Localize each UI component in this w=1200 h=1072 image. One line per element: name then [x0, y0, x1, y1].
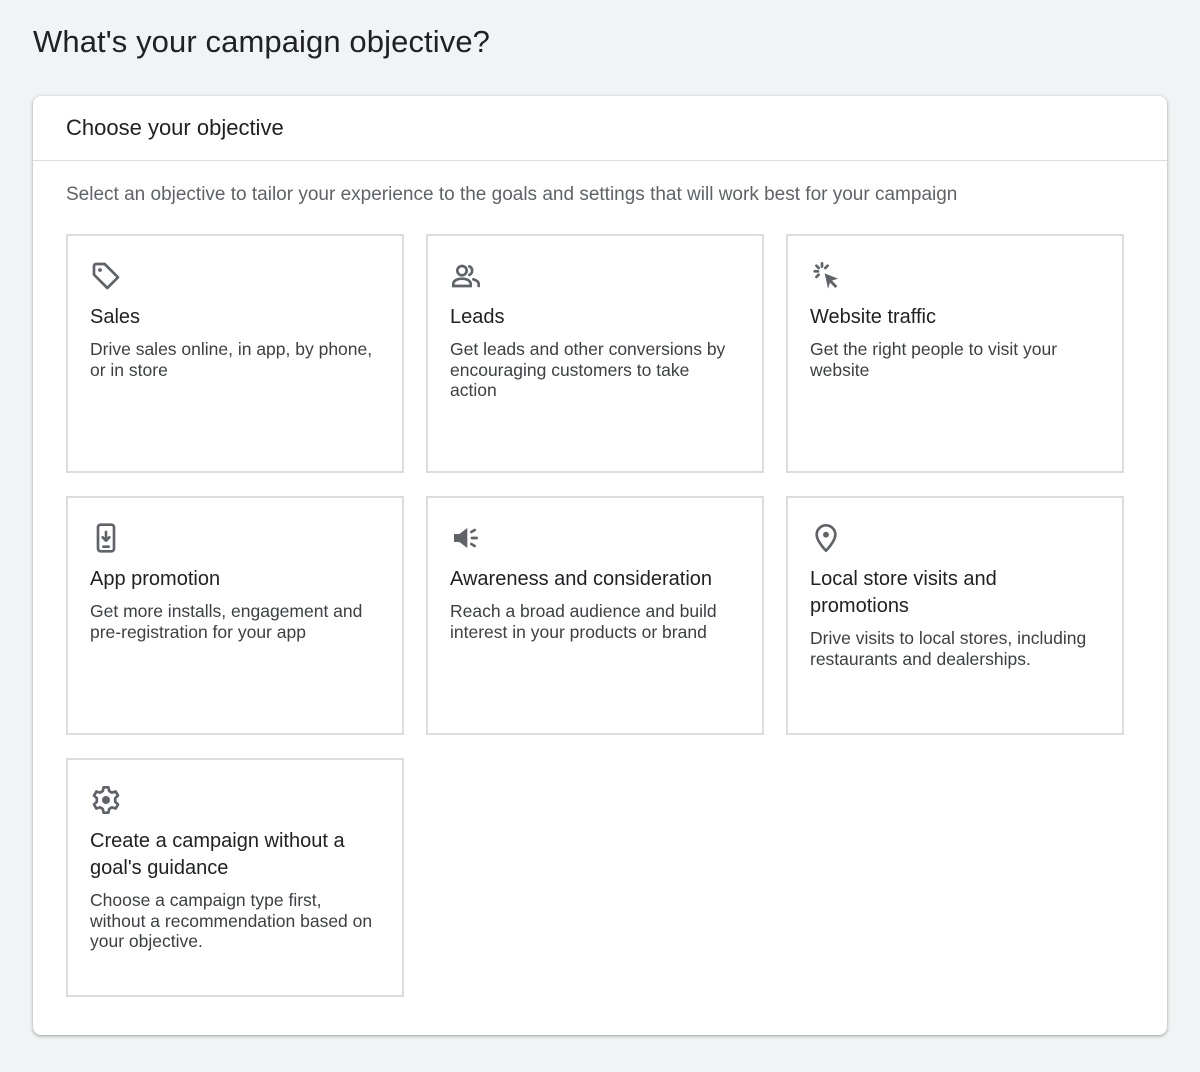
people-icon: [450, 260, 482, 292]
option-title: Local store visits and promotions: [810, 568, 997, 617]
objective-option-website-traffic[interactable]: Website traffic Get the right people to …: [786, 234, 1124, 473]
objective-option-app-promotion[interactable]: App promotion Get more installs, engagem…: [66, 496, 404, 735]
option-title: Sales: [90, 306, 141, 328]
gear-icon: [90, 784, 122, 816]
objective-option-sales[interactable]: Sales Drive sales online, in app, by pho…: [66, 234, 404, 473]
option-description: Get leads and other conversions by encou…: [450, 339, 726, 400]
page-title: What's your campaign objective?: [33, 24, 491, 59]
option-title: Website traffic: [810, 306, 936, 328]
option-title: Awareness and consideration: [450, 568, 713, 590]
option-title: Leads: [450, 306, 505, 328]
option-description: Drive visits to local stores, including …: [810, 628, 1087, 669]
option-description: Get the right people to visit your websi…: [810, 339, 1058, 380]
cursor-click-icon: [810, 260, 842, 292]
location-pin-icon: [810, 522, 842, 554]
megaphone-icon: [450, 522, 482, 554]
objective-option-awareness[interactable]: Awareness and consideration Reach a broa…: [426, 496, 764, 735]
option-title: Create a campaign without a goal's guida…: [90, 830, 345, 879]
objective-option-leads[interactable]: Leads Get leads and other conversions by…: [426, 234, 764, 473]
phone-download-icon: [90, 522, 122, 554]
objective-option-local-store[interactable]: Local store visits and promotions Drive …: [786, 496, 1124, 735]
option-title: App promotion: [90, 568, 221, 590]
objective-card: Choose your objective Select an objectiv…: [33, 96, 1167, 1035]
option-description: Get more installs, engagement and pre-re…: [90, 601, 363, 642]
option-description: Reach a broad audience and build interes…: [450, 601, 717, 642]
option-description: Choose a campaign type first, without a …: [90, 890, 373, 951]
option-description: Drive sales online, in app, by phone, or…: [90, 339, 373, 380]
tag-icon: [90, 260, 122, 292]
card-header: Choose your objective: [33, 96, 1167, 161]
card-title: Choose your objective: [66, 115, 284, 140]
objective-grid: Sales Drive sales online, in app, by pho…: [66, 234, 1124, 997]
card-subtitle: Select an objective to tailor your exper…: [66, 184, 958, 205]
objective-option-no-guidance[interactable]: Create a campaign without a goal's guida…: [66, 758, 404, 997]
